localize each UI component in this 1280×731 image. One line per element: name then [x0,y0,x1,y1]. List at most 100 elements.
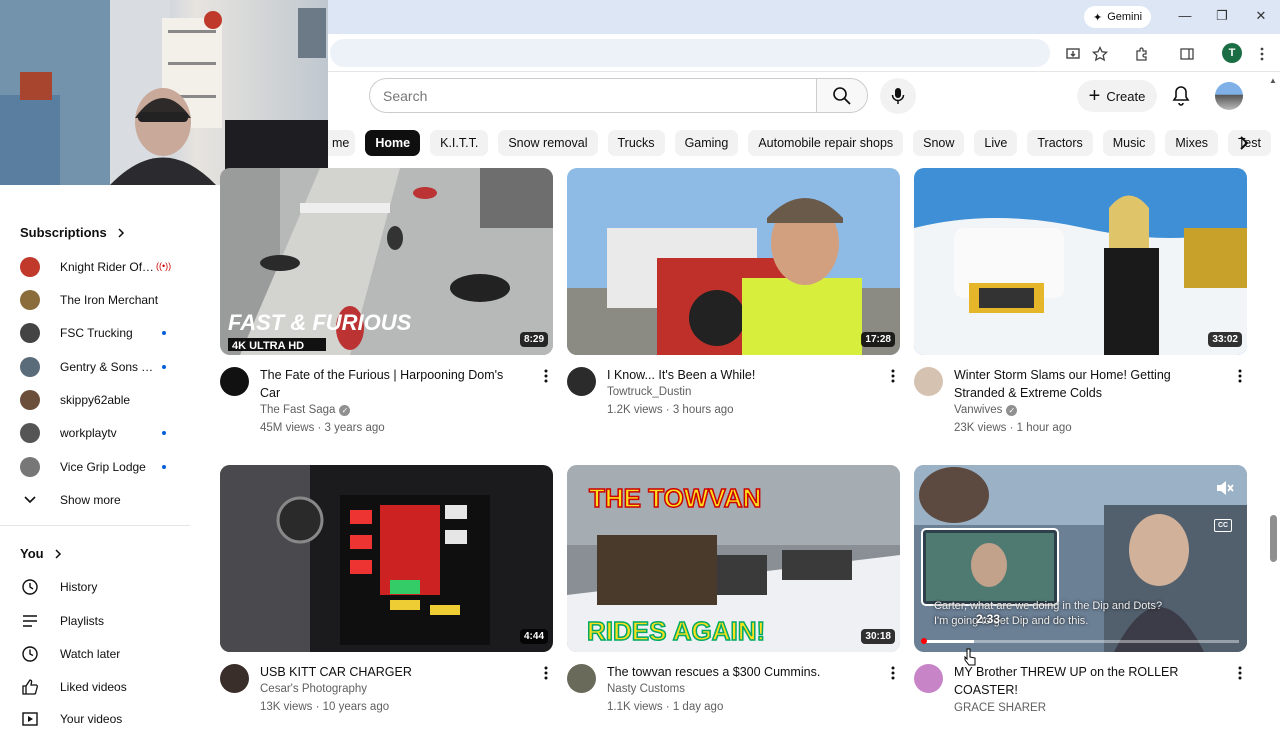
chevron-down-icon [20,490,40,510]
search-button[interactable] [816,78,868,113]
sidebar-item-gentry-sons[interactable]: Gentry & Sons Tr... [20,355,190,379]
video-title[interactable]: I Know... It's Been a While! [607,366,877,384]
video-thumbnail[interactable]: THE TOWVAN RIDES AGAIN! 30:18 [567,465,900,652]
show-more-button[interactable]: Show more [20,488,121,512]
sidebar-item-label: Playlists [60,614,105,628]
chip-snow[interactable]: Snow [913,130,965,156]
sidebar-item-watch-later[interactable]: Watch later [20,642,120,666]
sidebar-item-history[interactable]: History [20,575,97,599]
chip-music[interactable]: Music [1102,130,1156,156]
channel-name[interactable]: Cesar's Photography [260,683,367,695]
chip-live[interactable]: Live [974,130,1018,156]
channel-name[interactable]: Towtruck_Dustin [607,386,691,398]
channel-name[interactable]: Vanwives ✓ [954,404,1018,416]
more-actions-icon[interactable] [1236,368,1244,384]
history-icon [20,577,40,597]
channel-name[interactable]: Nasty Customs [607,683,685,695]
thumbnail-sub-text: 4K ULTRA HD [232,340,304,352]
channel-avatar[interactable] [220,367,249,396]
sidebar-item-label: Your videos [60,712,123,726]
sidebar-item-knight-rider[interactable]: Knight Rider Offi... ((•)) [20,255,190,279]
minimize-icon[interactable]: — [1177,8,1193,23]
chip-kitt[interactable]: K.I.T.T. [430,130,489,156]
video-title[interactable]: Winter Storm Slams our Home! Getting Stra… [954,366,1224,402]
browser-profile-avatar[interactable]: T [1222,43,1242,63]
account-avatar[interactable] [1215,82,1243,110]
video-thumbnail[interactable]: FAST & FURIOUS 4K ULTRA HD 8:29 [220,168,553,355]
video-preview-player[interactable]: Carter, what are we doing in the Dip and… [914,465,1247,652]
bookmark-star-icon[interactable] [1090,44,1110,64]
channel-avatar[interactable] [914,367,943,396]
more-actions-icon[interactable] [542,665,550,681]
channel-avatar[interactable] [220,664,249,693]
video-title[interactable]: The Fate of the Furious | Harpooning Dom… [260,366,530,402]
sidebar-item-playlists[interactable]: Playlists [20,609,104,633]
duration-badge: 8:29 [519,332,548,347]
video-meta: 23K views · 1 hour ago [954,422,1072,434]
gemini-button[interactable]: ✦ Gemini [1084,6,1152,28]
channel-name[interactable]: GRACE SHARER [954,702,1046,714]
chip-snow-removal[interactable]: Snow removal [498,130,598,156]
scroll-up-arrow-icon[interactable]: ▲ [1269,76,1277,85]
chips-next-button[interactable] [1234,133,1254,153]
you-header[interactable]: You [20,546,62,561]
bell-icon [1172,86,1190,106]
browser-menu-icon[interactable] [1252,44,1272,64]
voice-search-button[interactable] [880,78,916,114]
more-actions-icon[interactable] [889,368,897,384]
preview-timestamp: 2:33 [976,612,1001,626]
side-panel-icon[interactable] [1177,44,1197,64]
chip-partial[interactable]: me [328,130,356,156]
video-title[interactable]: USB KITT CAR CHARGER [260,663,530,681]
sidebar-divider [0,525,190,526]
subscriptions-header[interactable]: Subscriptions [20,225,125,240]
new-content-dot [162,331,166,335]
close-window-icon[interactable]: ✕ [1253,8,1269,24]
chip-home[interactable]: Home [365,130,421,156]
sidebar-item-skippy62able[interactable]: skippy62able [20,388,190,412]
duration-badge: 30:18 [861,629,895,644]
install-app-icon[interactable] [1063,44,1083,64]
captions-button[interactable]: CC [1214,519,1232,532]
extensions-icon[interactable] [1132,44,1152,64]
more-actions-icon[interactable] [542,368,550,384]
chip-trucks[interactable]: Trucks [607,130,665,156]
chip-mixes[interactable]: Mixes [1165,130,1219,156]
sidebar-item-vice-grip-lodge[interactable]: Vice Grip Lodge [20,455,190,479]
chip-gaming[interactable]: Gaming [674,130,739,156]
channel-avatar [20,423,40,443]
sidebar-item-liked-videos[interactable]: Liked videos [20,675,127,699]
sidebar-item-iron-merchant[interactable]: The Iron Merchant [20,288,190,312]
more-actions-icon[interactable] [889,665,897,681]
channel-avatar[interactable] [914,664,943,693]
create-button[interactable]: + Create [1077,80,1157,112]
gemini-label: Gemini [1107,11,1143,23]
sidebar-item-your-videos[interactable]: Your videos [20,707,122,731]
video-title[interactable]: The towvan rescues a $300 Cummins. [607,663,877,681]
page-scrollbar[interactable] [1270,515,1277,562]
address-bar[interactable] [330,39,1050,67]
video-thumbnail[interactable]: 17:28 [567,168,900,355]
channel-avatar[interactable] [567,367,596,396]
channel-avatar[interactable] [567,664,596,693]
video-thumbnail[interactable]: 33:02 [914,168,1247,355]
sidebar-item-fsc-trucking[interactable]: FSC Trucking [20,321,190,345]
create-label: Create [1106,88,1146,104]
chip-tractors[interactable]: Tractors [1027,130,1093,156]
sidebar: Subscriptions Knight Rider Offi... ((•))… [0,185,200,726]
mute-icon[interactable] [1215,479,1235,497]
liked-videos-icon [20,677,40,697]
sidebar-item-workplaytv[interactable]: workplaytv [20,421,190,445]
more-actions-icon[interactable] [1236,665,1244,681]
video-title[interactable]: MY Brother THREW UP on the ROLLER COASTER… [954,663,1224,699]
notifications-button[interactable] [1169,84,1193,108]
channel-name[interactable]: The Fast Saga ✓ [260,404,351,416]
search-input[interactable]: Search [369,78,817,113]
new-content-dot [162,431,166,435]
channel-avatar [20,257,40,277]
video-thumbnail[interactable]: 4:44 [220,465,553,652]
chip-automobile-repair-shops[interactable]: Automobile repair shops [748,130,904,156]
channel-avatar [20,390,40,410]
channel-name: FSC Trucking [60,326,133,340]
restore-icon[interactable]: ❐ [1214,8,1230,24]
